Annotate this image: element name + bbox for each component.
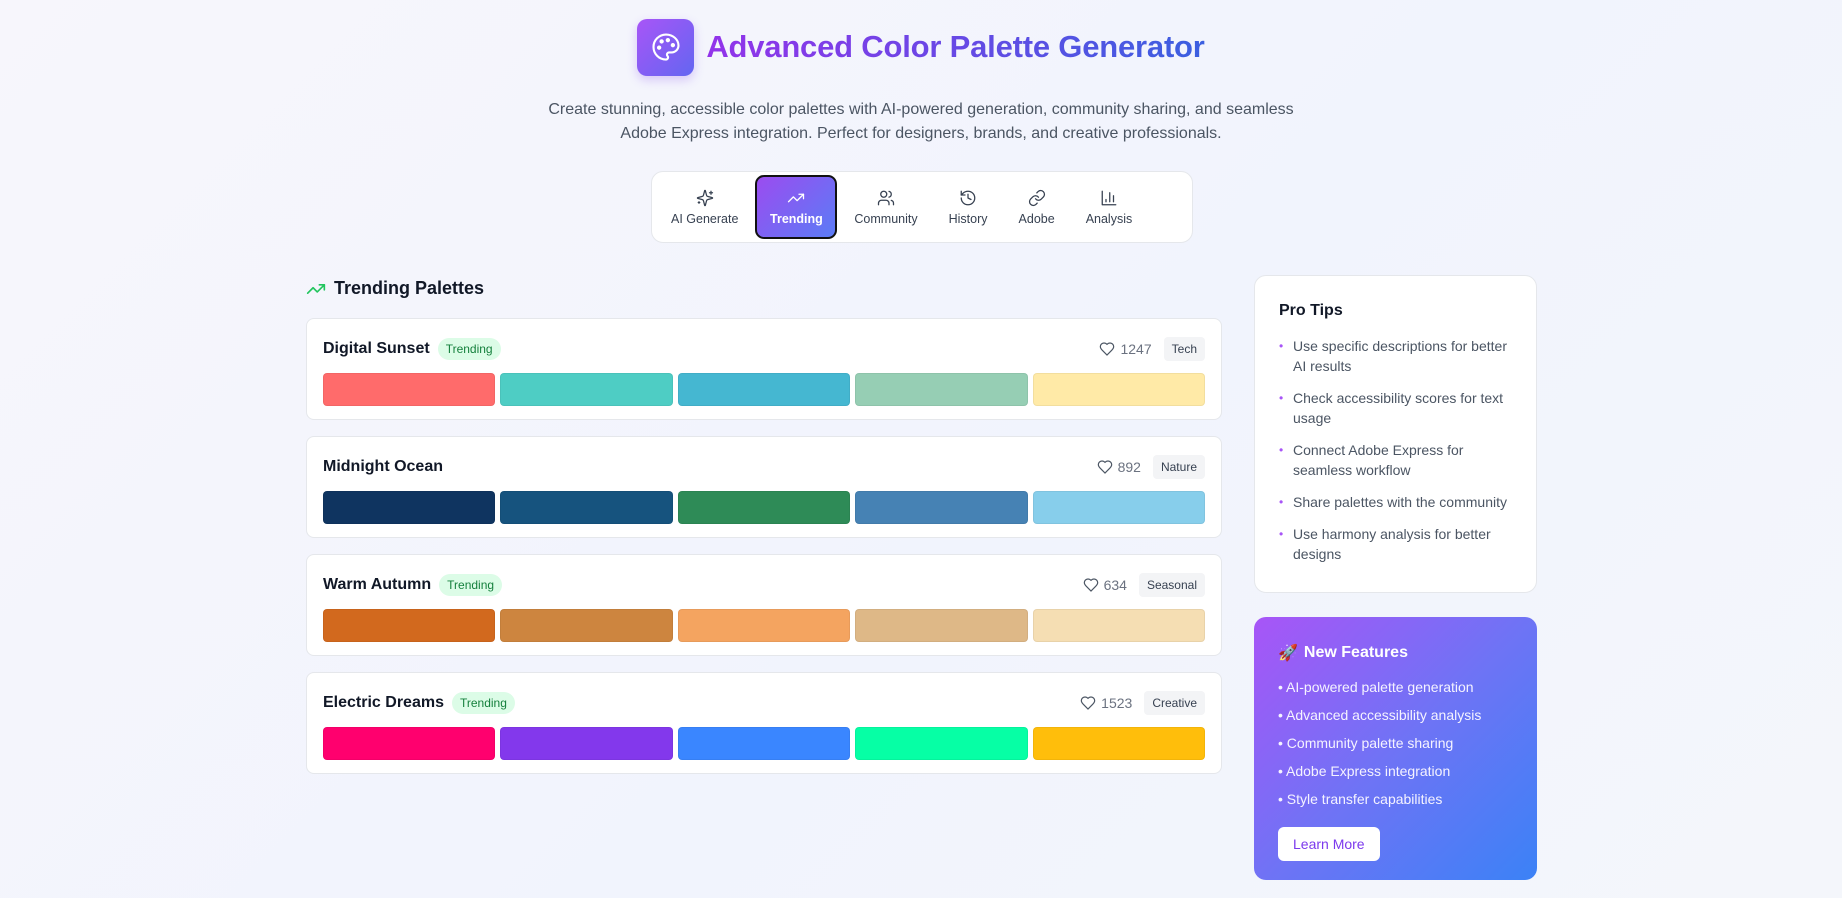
tab-analysis[interactable]: Analysis (1072, 175, 1147, 239)
tab-label: Analysis (1085, 211, 1133, 226)
heart-icon (1100, 342, 1115, 356)
palette-name: Electric Dreams (323, 694, 444, 711)
page-title: Advanced Color Palette Generator (706, 29, 1205, 64)
feature-item: • Adobe Express integration (1278, 763, 1451, 779)
swatch-row (323, 373, 1206, 406)
color-swatch[interactable] (677, 727, 851, 760)
tip-item: Use specific descriptions for better AI … (1279, 336, 1512, 376)
history-icon (960, 190, 976, 205)
color-swatch[interactable] (500, 727, 673, 760)
palette-name: Midnight Ocean (323, 458, 443, 475)
color-swatch[interactable] (323, 609, 496, 642)
color-swatch[interactable] (1032, 609, 1206, 642)
like-button[interactable]: 634 (1083, 577, 1127, 593)
tip-item: Check accessibility scores for text usag… (1279, 388, 1512, 428)
page-header: Advanced Color Palette Generator Create … (0, 18, 1842, 146)
page-subtitle: Create stunning, accessible color palett… (548, 101, 1294, 142)
new-features-title: New Features (1303, 644, 1408, 661)
rocket-icon: 🚀 (1278, 645, 1298, 662)
color-swatch[interactable] (500, 491, 673, 524)
like-count: 1247 (1120, 341, 1152, 357)
link-icon (1028, 189, 1045, 206)
palette-card[interactable]: Warm Autumn Trending 634 Seasonal (306, 554, 1222, 656)
color-swatch[interactable] (677, 373, 851, 406)
section-title: Trending Palettes (334, 278, 485, 298)
palette-card[interactable]: Electric Dreams Trending 1523 Creative (306, 672, 1222, 774)
like-count: 1523 (1101, 695, 1133, 711)
trending-up-icon (788, 193, 805, 202)
like-count: 634 (1103, 577, 1127, 593)
learn-more-button[interactable]: Learn More (1278, 827, 1380, 861)
color-swatch[interactable] (1032, 727, 1206, 760)
palette-card[interactable]: Digital Sunset Trending 1247 Tech (306, 318, 1222, 420)
tab-label: Community (854, 211, 918, 226)
tab-history[interactable]: History (935, 175, 1002, 239)
color-swatch[interactable] (855, 491, 1028, 524)
section-heading: Trending Palettes (306, 278, 484, 299)
color-swatch[interactable] (323, 491, 496, 524)
swatch-row (323, 491, 1206, 524)
trending-badge: Trending (437, 338, 501, 360)
users-icon (877, 190, 895, 205)
like-button[interactable]: 892 (1097, 459, 1141, 475)
tip-item: Connect Adobe Express for seamless workf… (1279, 440, 1512, 480)
color-swatch[interactable] (1032, 373, 1206, 406)
color-swatch[interactable] (855, 609, 1028, 642)
tab-ai-generate[interactable]: AI Generate (657, 175, 752, 239)
color-swatch[interactable] (323, 727, 496, 760)
color-swatch[interactable] (855, 373, 1028, 406)
palette-name: Warm Autumn (323, 576, 432, 593)
palette-name: Digital Sunset (323, 340, 430, 357)
tab-label: AI Generate (671, 211, 739, 226)
tab-trending[interactable]: Trending (755, 175, 838, 239)
like-button[interactable]: 1247 (1099, 341, 1152, 357)
like-button[interactable]: 1523 (1080, 695, 1132, 711)
bar-chart-icon (1101, 190, 1117, 205)
color-swatch[interactable] (855, 727, 1028, 760)
swatch-row (323, 609, 1206, 642)
color-swatch[interactable] (677, 609, 851, 642)
heart-icon (1083, 578, 1098, 592)
trending-up-icon (306, 283, 326, 294)
new-features-heading: 🚀 New Features (1278, 643, 1513, 663)
category-tag: Tech (1163, 337, 1205, 361)
tab-community[interactable]: Community (840, 175, 931, 239)
palette-card[interactable]: Midnight Ocean 892 Nature (306, 436, 1222, 538)
category-tag: Nature (1152, 455, 1205, 479)
tab-label: Adobe (1018, 211, 1055, 226)
pro-tips-panel: Pro Tips Use specific descriptions for b… (1254, 275, 1537, 593)
category-tag: Creative (1144, 691, 1205, 715)
tab-adobe[interactable]: Adobe (1005, 175, 1069, 239)
feature-item: • Advanced accessibility analysis (1278, 707, 1482, 723)
tab-label: History (948, 211, 988, 226)
trending-badge: Trending (439, 574, 503, 596)
tip-item: Share palettes with the community (1279, 492, 1512, 512)
category-tag: Seasonal (1138, 573, 1205, 597)
palette-list: Digital Sunset Trending 1247 Tech Midnig… (306, 318, 1222, 790)
tab-bar: AI Generate Trending Community History A… (651, 171, 1193, 243)
color-swatch[interactable] (500, 609, 673, 642)
swatch-row (323, 727, 1206, 760)
tab-label: Trending (770, 211, 823, 226)
like-count: 892 (1117, 459, 1141, 475)
tip-item: Use harmony analysis for better designs (1279, 524, 1512, 564)
color-swatch[interactable] (500, 373, 673, 406)
color-swatch[interactable] (323, 373, 496, 406)
feature-item: • AI-powered palette generation (1278, 679, 1474, 695)
feature-item: • Community palette sharing (1278, 735, 1454, 751)
heart-icon (1080, 696, 1096, 710)
feature-item: • Style transfer capabilities (1278, 791, 1443, 807)
color-swatch[interactable] (1032, 491, 1206, 524)
trending-badge: Trending (451, 692, 515, 714)
palette-icon (637, 18, 695, 76)
color-swatch[interactable] (677, 491, 851, 524)
pro-tips-title: Pro Tips (1279, 302, 1343, 319)
sparkles-icon (696, 189, 713, 206)
new-features-panel: 🚀 New Features • AI-powered palette gene… (1254, 617, 1537, 880)
heart-icon (1097, 460, 1112, 474)
